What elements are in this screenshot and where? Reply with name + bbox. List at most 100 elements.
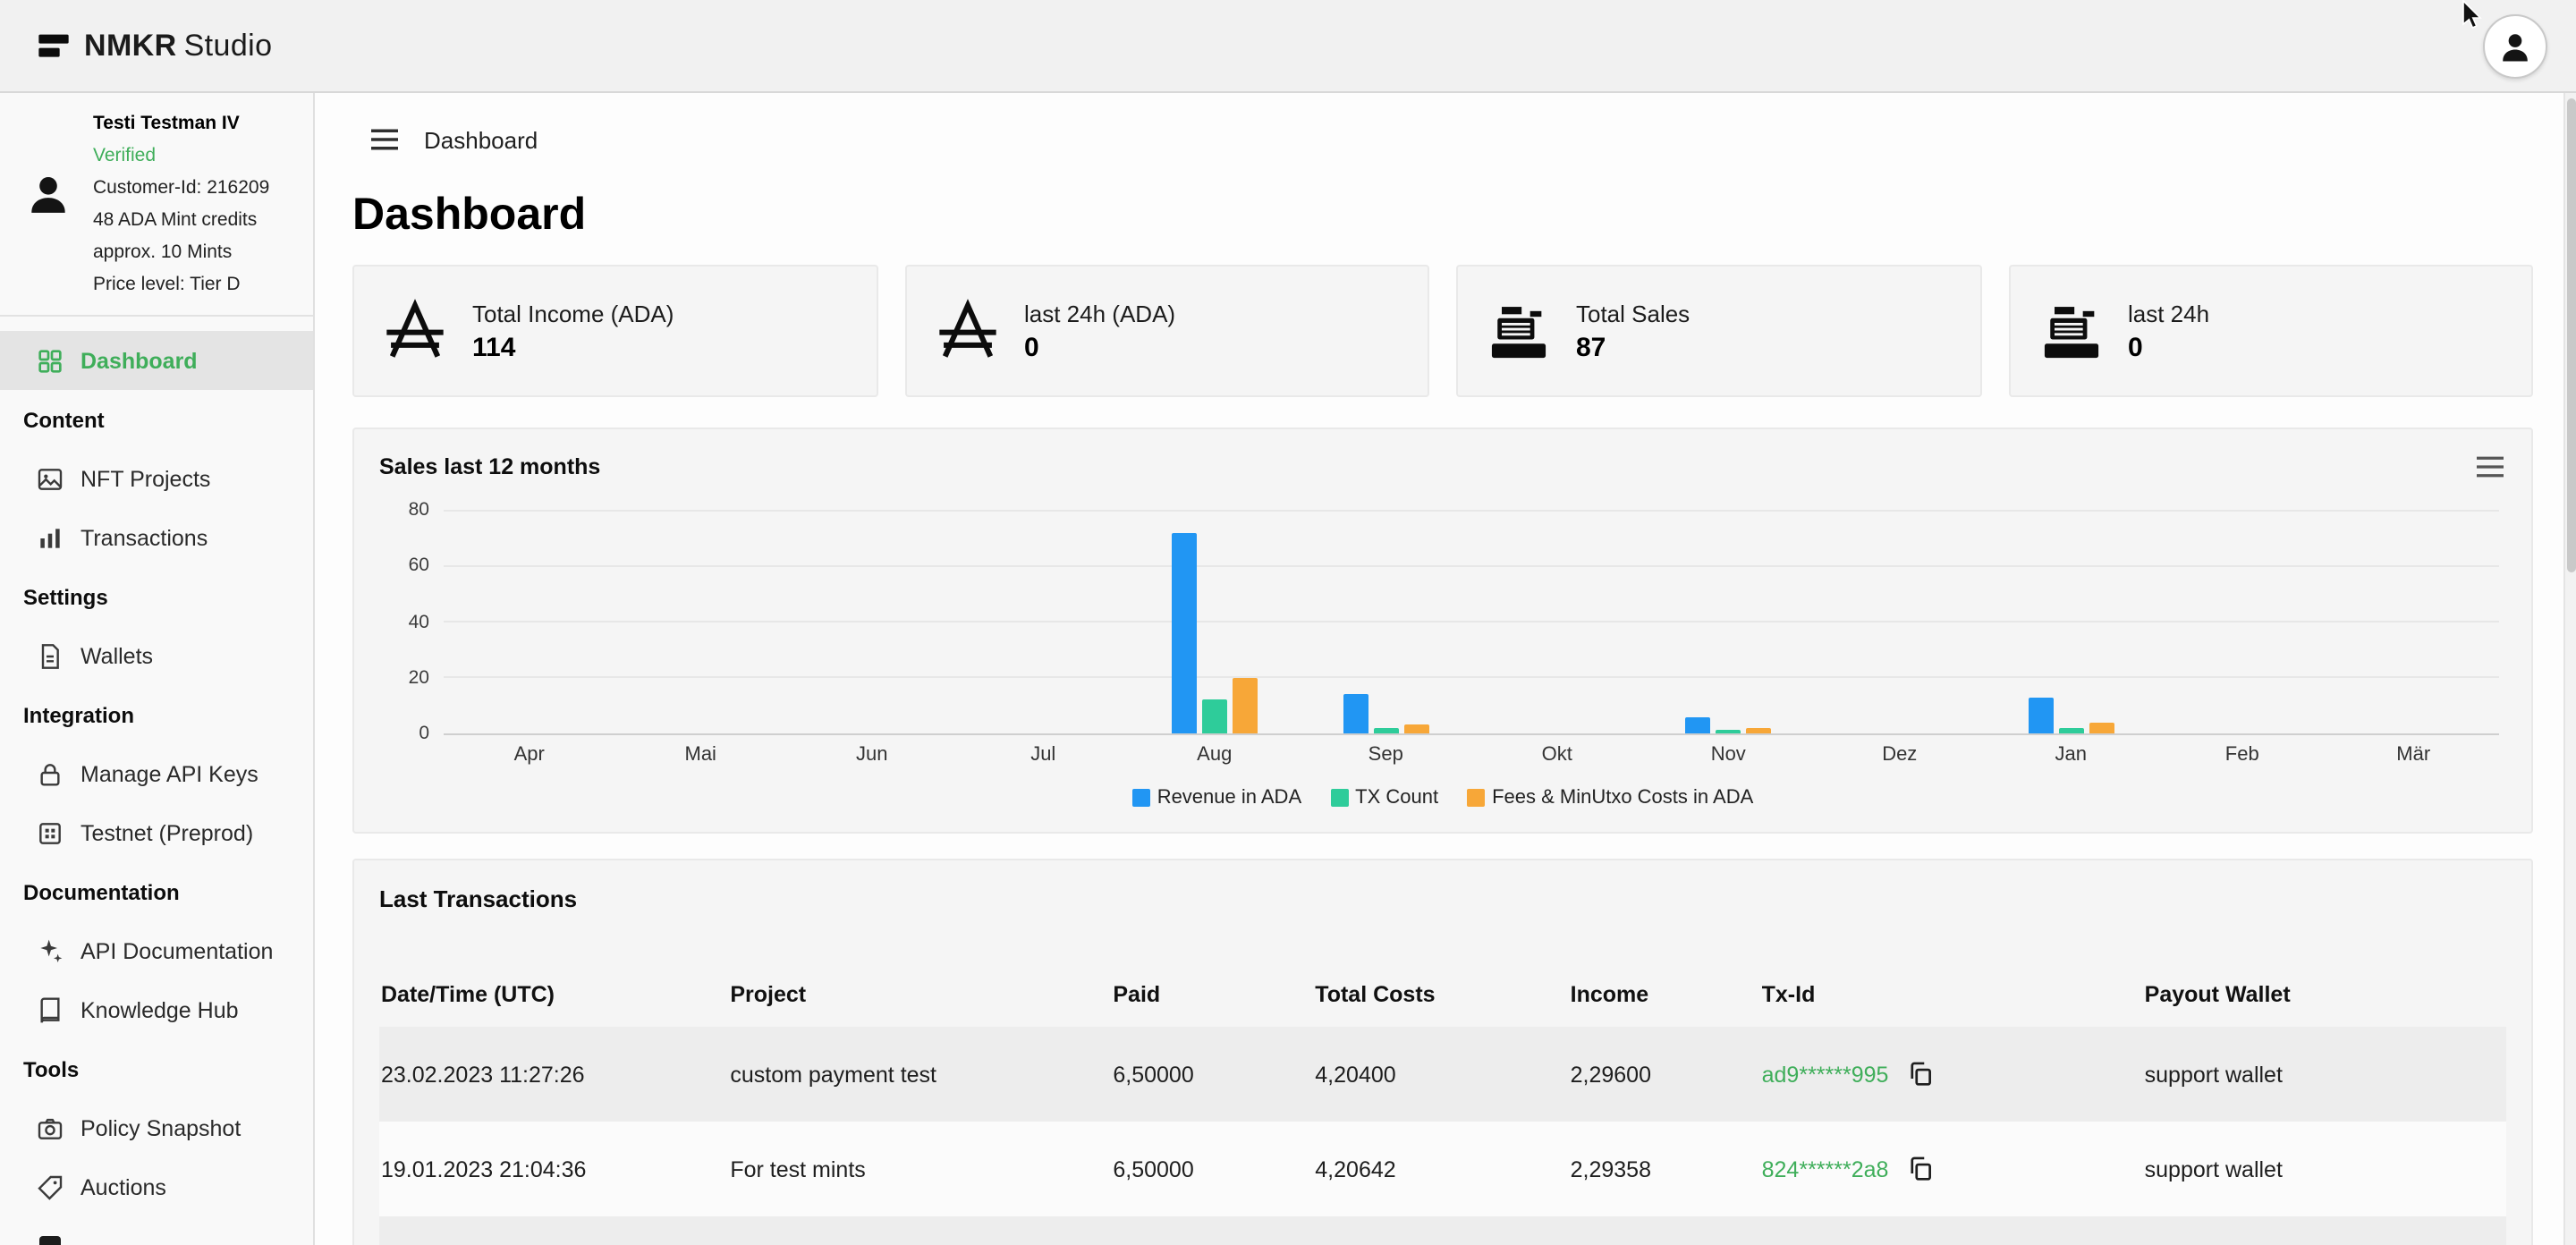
sidebar-item-nft-projects[interactable]: NFT Projects [0,449,313,508]
legend-swatch [1330,789,1348,807]
partial-nav-icon [36,1232,64,1245]
dashboard-icon [36,346,64,375]
chart-slot [444,510,615,733]
copy-icon[interactable] [1904,1154,1935,1184]
chart-bar [1685,716,1710,733]
ada-icon [381,297,449,365]
x-tick-label: Aug [1129,744,1301,766]
last-transactions-card: Last Transactions Date/Time (UTC) Projec… [352,859,2533,1245]
page-scrollbar[interactable] [2563,93,2576,1245]
chart-bars [444,510,2499,733]
chart-slot [1129,510,1301,733]
x-tick-label: Feb [2157,744,2328,766]
app: NMKRStudio Testi Testman IV Verified Cus… [0,0,2576,1245]
sidebar-item-wallets[interactable]: Wallets [0,626,313,685]
user-avatar-button[interactable] [2483,14,2547,79]
stat-text: last 24h (ADA) 0 [1024,300,1175,362]
cell-txid: 824******2a8 [1762,1154,2145,1184]
legend-item[interactable]: Revenue in ADA [1132,787,1301,809]
chart-bar [1716,730,1741,733]
chart-slot [1643,510,1815,733]
stat-value: 114 [472,332,674,362]
sidebar-item-policy-snapshot[interactable]: Policy Snapshot [0,1098,313,1157]
cell-datetime: 19.01.2023 21:04:36 [379,1156,730,1181]
cell-txid: ad9******995 [1762,1059,2145,1089]
cell-total-costs: 4,20400 [1315,1062,1570,1087]
user-name: Testi Testman IV [93,107,302,140]
chart-bar [1172,532,1197,733]
sidebar-item-api-documentation[interactable]: API Documentation [0,921,313,980]
user-price-level: Price level: Tier D [93,268,302,301]
chart-plot: 020406080 [444,510,2499,733]
table-row: 23.02.2023 11:27:26 custom payment test … [379,1027,2506,1122]
y-tick-label: 60 [379,555,429,577]
legend-item[interactable]: Fees & MinUtxo Costs in ADA [1467,787,1753,809]
chart-bar [2089,723,2114,734]
sidebar-item-dashboard[interactable]: Dashboard [0,331,313,390]
stat-card-total-sales: Total Sales 87 [1456,265,1981,397]
sidebar-user-info: Testi Testman IV Verified Customer-Id: 2… [93,107,302,301]
copy-icon[interactable] [1904,1059,1935,1089]
sidebar-item-testnet[interactable]: Testnet (Preprod) [0,803,313,862]
sidebar-item-label: Policy Snapshot [80,1115,241,1140]
chart-bar [1343,694,1368,733]
image-icon [36,464,64,493]
x-tick-label: Dez [1814,744,1986,766]
brand-text: NMKRStudio [84,28,272,64]
legend-swatch [1467,789,1485,807]
legend-label: Fees & MinUtxo Costs in ADA [1492,787,1753,809]
column-header: Paid [1113,982,1315,1007]
sidebar-item-label: Manage API Keys [80,761,258,786]
sidebar-section-documentation: Documentation [0,862,313,921]
cell-total-costs: 4,20642 [1315,1156,1570,1181]
brand-name: NMKR [84,28,177,62]
cell-datetime: 23.02.2023 11:27:26 [379,1062,730,1087]
sidebar-item-transactions[interactable]: Transactions [0,508,313,567]
stat-label: last 24h [2128,300,2209,326]
scrollbar-thumb[interactable] [2567,98,2576,572]
legend-label: TX Count [1355,787,1438,809]
person-icon [2496,27,2535,66]
legend-item[interactable]: TX Count [1330,787,1438,809]
chart-slot [1814,510,1986,733]
chart-slot [1986,510,2157,733]
menu-toggle-icon[interactable] [369,127,401,152]
cell-paid: 6,50000 [1113,1156,1315,1181]
txid-link[interactable]: 824******2a8 [1762,1156,1889,1181]
column-header: Tx-Id [1762,982,2145,1007]
column-header: Payout Wallet [2145,982,2506,1007]
sidebar-item-label: Auctions [80,1174,166,1199]
x-tick-label: Jun [786,744,958,766]
user-verified-badge: Verified [93,140,302,172]
sidebar-item-label: API Documentation [80,938,273,963]
chart-slot [2157,510,2328,733]
cash-register-icon [2037,297,2105,365]
chart-menu-icon[interactable] [2474,453,2506,479]
sidebar-item-label: Knowledge Hub [80,997,239,1022]
sparkle-icon [36,936,64,965]
sidebar-item-manage-api-keys[interactable]: Manage API Keys [0,744,313,803]
sidebar-item-auctions[interactable]: Auctions [0,1157,313,1216]
sidebar-item-knowledge-hub[interactable]: Knowledge Hub [0,980,313,1039]
x-tick-label: Mai [615,744,787,766]
stat-value: 0 [2128,332,2209,362]
user-mint-credits: 48 ADA Mint credits [93,204,302,236]
x-tick-label: Apr [444,744,615,766]
mouse-cursor [2462,0,2485,32]
sidebar-item-label: Wallets [80,643,153,668]
column-header: Income [1571,982,1762,1007]
chart-slot [2328,510,2500,733]
sidebar-item-label: Testnet (Preprod) [80,820,253,845]
user-customer-id: Customer-Id: 216209 [93,172,302,204]
brand-suffix: Studio [184,28,273,62]
chart-slot [786,510,958,733]
cell-project: For test mints [730,1156,1113,1181]
table-title: Last Transactions [379,885,2506,912]
stat-label: Total Sales [1576,300,1690,326]
stat-text: last 24h 0 [2128,300,2209,362]
brand[interactable]: NMKRStudio [36,28,272,64]
txid-link[interactable]: ad9******995 [1762,1062,1889,1087]
sidebar-item-label: Transactions [80,525,208,550]
sidebar-item-partial[interactable] [0,1216,313,1245]
column-header: Date/Time (UTC) [379,982,730,1007]
